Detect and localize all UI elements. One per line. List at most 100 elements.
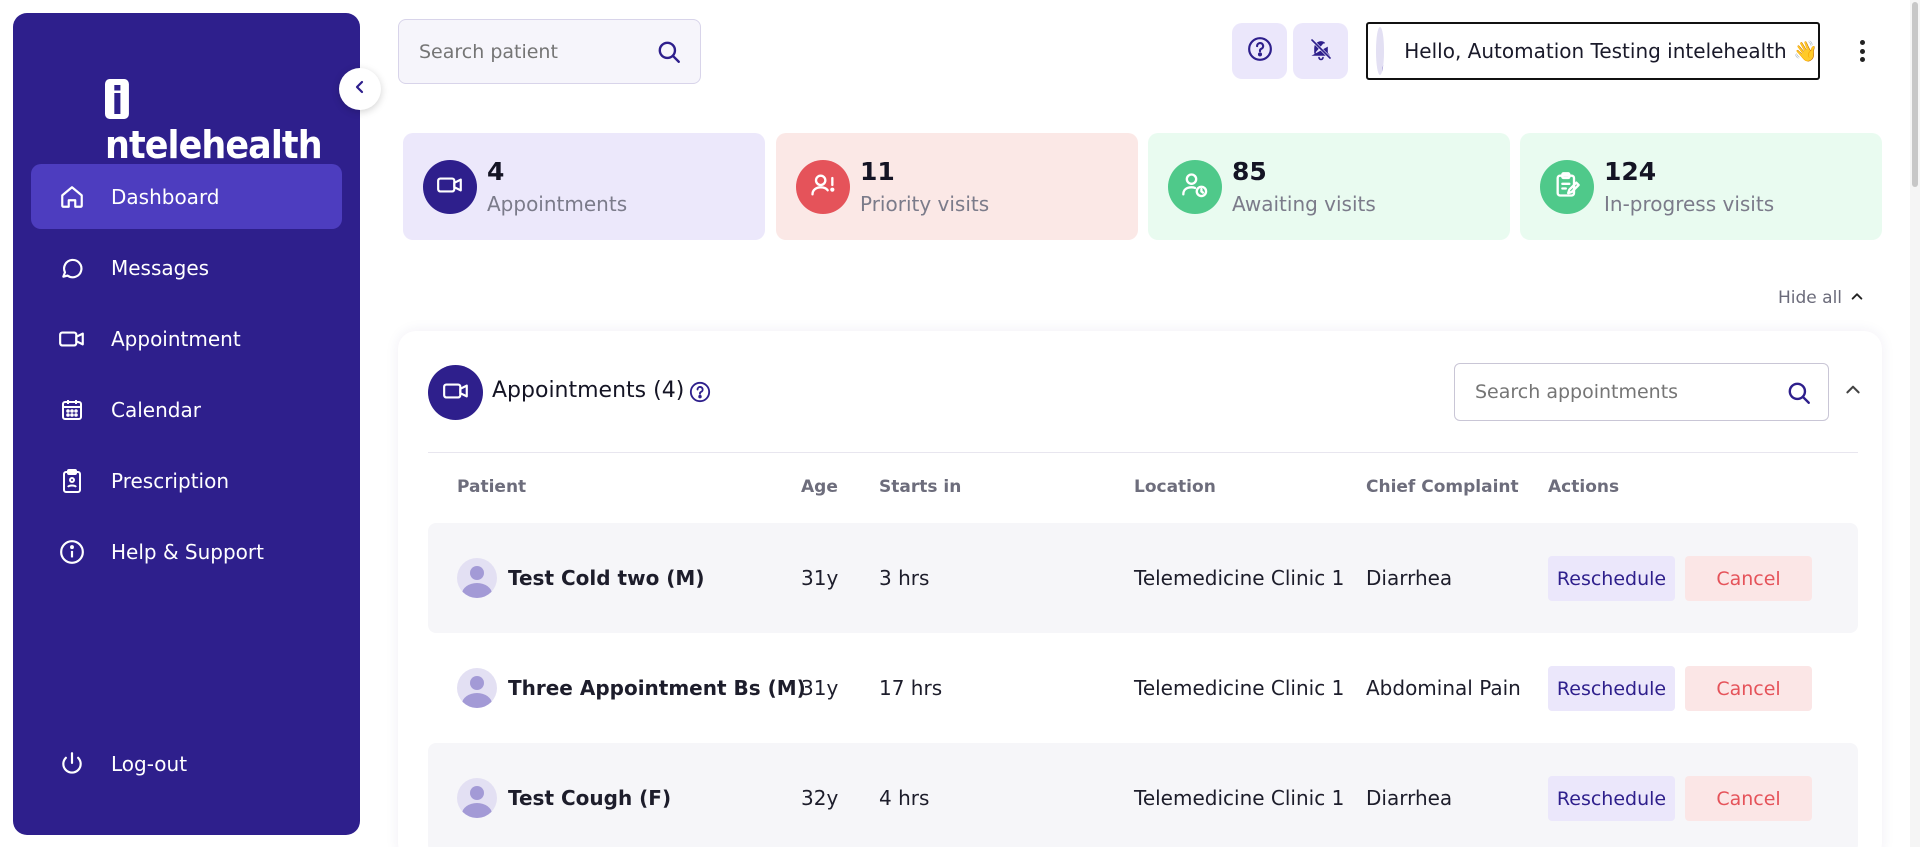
logout-label: Log-out (111, 751, 188, 776)
stat-card-appointments[interactable]: 4 Appointments (403, 133, 765, 240)
stat-card-priority-visits[interactable]: 11 Priority visits (776, 133, 1138, 240)
column-header-starts-in[interactable]: Starts in (879, 477, 961, 497)
message-icon (57, 253, 87, 283)
sidebar-item-label: Appointment (111, 326, 241, 351)
avatar (457, 668, 497, 708)
chevron-up-icon (1850, 288, 1864, 308)
help-button[interactable] (1232, 23, 1287, 79)
stat-label: Appointments (487, 192, 628, 216)
appointments-header-icon (428, 365, 483, 420)
priority-user-icon (809, 171, 837, 203)
starts-in-cell: 17 hrs (879, 676, 943, 700)
stat-icon-circle (796, 159, 850, 214)
avatar (1376, 27, 1385, 75)
stat-card-awaiting-visits[interactable]: 85 Awaiting visits (1148, 133, 1510, 240)
column-header-age[interactable]: Age (801, 477, 838, 497)
sidebar-item-label: Help & Support (111, 539, 264, 564)
age-cell: 32y (801, 786, 839, 810)
patient-cell[interactable]: Test Cough (F) (457, 743, 671, 847)
sidebar-item-label: Calendar (111, 397, 201, 422)
complaint-cell: Diarrhea (1366, 566, 1453, 590)
age-cell: 31y (801, 676, 839, 700)
sidebar-item-prescription[interactable]: Prescription (31, 448, 342, 513)
stat-label: In-progress visits (1604, 192, 1775, 216)
reschedule-button[interactable]: Reschedule (1548, 556, 1675, 601)
column-header-patient[interactable]: Patient (457, 477, 526, 497)
stat-icon-circle (423, 159, 477, 214)
cancel-button[interactable]: Cancel (1685, 666, 1812, 711)
user-clock-icon (1181, 171, 1209, 203)
chevron-up-icon[interactable] (1844, 380, 1862, 402)
search-appointments-input[interactable] (1475, 381, 1775, 403)
reschedule-button[interactable]: Reschedule (1548, 666, 1675, 711)
page-scrollbar[interactable] (1910, 0, 1920, 847)
sidebar: intelehealth Dashboard Messages Appointm… (13, 13, 360, 835)
appointments-title: Appointments (4) (492, 378, 685, 403)
patient-cell[interactable]: Test Cold two (M) (457, 523, 704, 633)
complaint-cell: Diarrhea (1366, 786, 1453, 810)
stat-value: 11 (860, 157, 895, 186)
table-row[interactable]: Test Cough (F) 32y 4 hrs Telemedicine Cl… (428, 743, 1858, 847)
hide-all-label: Hide all (1778, 288, 1843, 308)
column-header-chief-complaint[interactable]: Chief Complaint (1366, 477, 1519, 497)
column-header-location[interactable]: Location (1134, 477, 1216, 497)
sidebar-item-label: Prescription (111, 468, 229, 493)
search-icon[interactable] (1786, 380, 1812, 410)
notifications-button[interactable] (1293, 23, 1348, 79)
cancel-button[interactable]: Cancel (1685, 556, 1812, 601)
sidebar-item-calendar[interactable]: Calendar (31, 377, 342, 442)
logout-section: Log-out (31, 731, 342, 802)
column-header-actions: Actions (1548, 477, 1620, 497)
chevron-left-icon (352, 79, 368, 99)
stat-label: Awaiting visits (1232, 192, 1376, 216)
starts-in-cell: 3 hrs (879, 566, 930, 590)
avatar (457, 558, 497, 598)
stat-card-in-progress-visits[interactable]: 124 In-progress visits (1520, 133, 1882, 240)
help-circle-icon[interactable] (689, 381, 711, 407)
search-patient-field[interactable] (398, 19, 701, 84)
home-icon (57, 182, 87, 212)
logout-button[interactable]: Log-out (31, 731, 342, 796)
patient-name: Test Cough (F) (508, 786, 672, 810)
stat-value: 85 (1232, 157, 1267, 186)
search-appointments-field[interactable] (1454, 363, 1829, 421)
edit-note-icon (1553, 171, 1581, 203)
hide-all-toggle[interactable]: Hide all (1778, 288, 1864, 308)
sidebar-collapse-button[interactable] (339, 68, 381, 110)
search-patient-input[interactable] (419, 40, 649, 63)
sidebar-nav: Dashboard Messages Appointment Calendar … (31, 164, 342, 590)
age-cell: 31y (801, 566, 839, 590)
sidebar-item-label: Dashboard (111, 184, 220, 209)
sidebar-item-messages[interactable]: Messages (31, 235, 342, 300)
sidebar-item-help-support[interactable]: Help & Support (31, 519, 342, 584)
video-icon (442, 378, 470, 408)
sidebar-item-label: Messages (111, 255, 210, 280)
location-cell: Telemedicine Clinic 1 (1134, 676, 1345, 700)
divider (428, 452, 1858, 453)
avatar (457, 778, 497, 818)
more-options-icon[interactable] (1853, 36, 1871, 66)
info-icon (57, 537, 87, 567)
table-row[interactable]: Three Appointment Bs (M) 31y 17 hrs Tele… (428, 633, 1858, 743)
stat-value: 4 (487, 157, 505, 186)
starts-in-cell: 4 hrs (879, 786, 930, 810)
user-greeting: Hello, Automation Testing intelehealth 👋 (1404, 39, 1818, 63)
user-menu[interactable]: Hello, Automation Testing intelehealth 👋 (1366, 22, 1820, 80)
search-icon[interactable] (656, 39, 682, 69)
patient-name: Test Cold two (M) (508, 566, 705, 590)
sidebar-item-dashboard[interactable]: Dashboard (31, 164, 342, 229)
help-circle-icon (1247, 36, 1273, 66)
stat-icon-circle (1168, 159, 1222, 214)
table-row[interactable]: Test Cold two (M) 31y 3 hrs Telemedicine… (428, 523, 1858, 633)
patient-cell[interactable]: Three Appointment Bs (M) (457, 633, 806, 743)
calendar-icon (57, 395, 87, 425)
stat-icon-circle (1540, 159, 1594, 214)
complaint-cell: Abdominal Pain (1366, 676, 1521, 700)
cancel-button[interactable]: Cancel (1685, 776, 1812, 821)
location-cell: Telemedicine Clinic 1 (1134, 566, 1345, 590)
reschedule-button[interactable]: Reschedule (1548, 776, 1675, 821)
scrollbar-thumb[interactable] (1912, 2, 1918, 187)
location-cell: Telemedicine Clinic 1 (1134, 786, 1345, 810)
sidebar-item-appointment[interactable]: Appointment (31, 306, 342, 371)
clipboard-icon (57, 466, 87, 496)
